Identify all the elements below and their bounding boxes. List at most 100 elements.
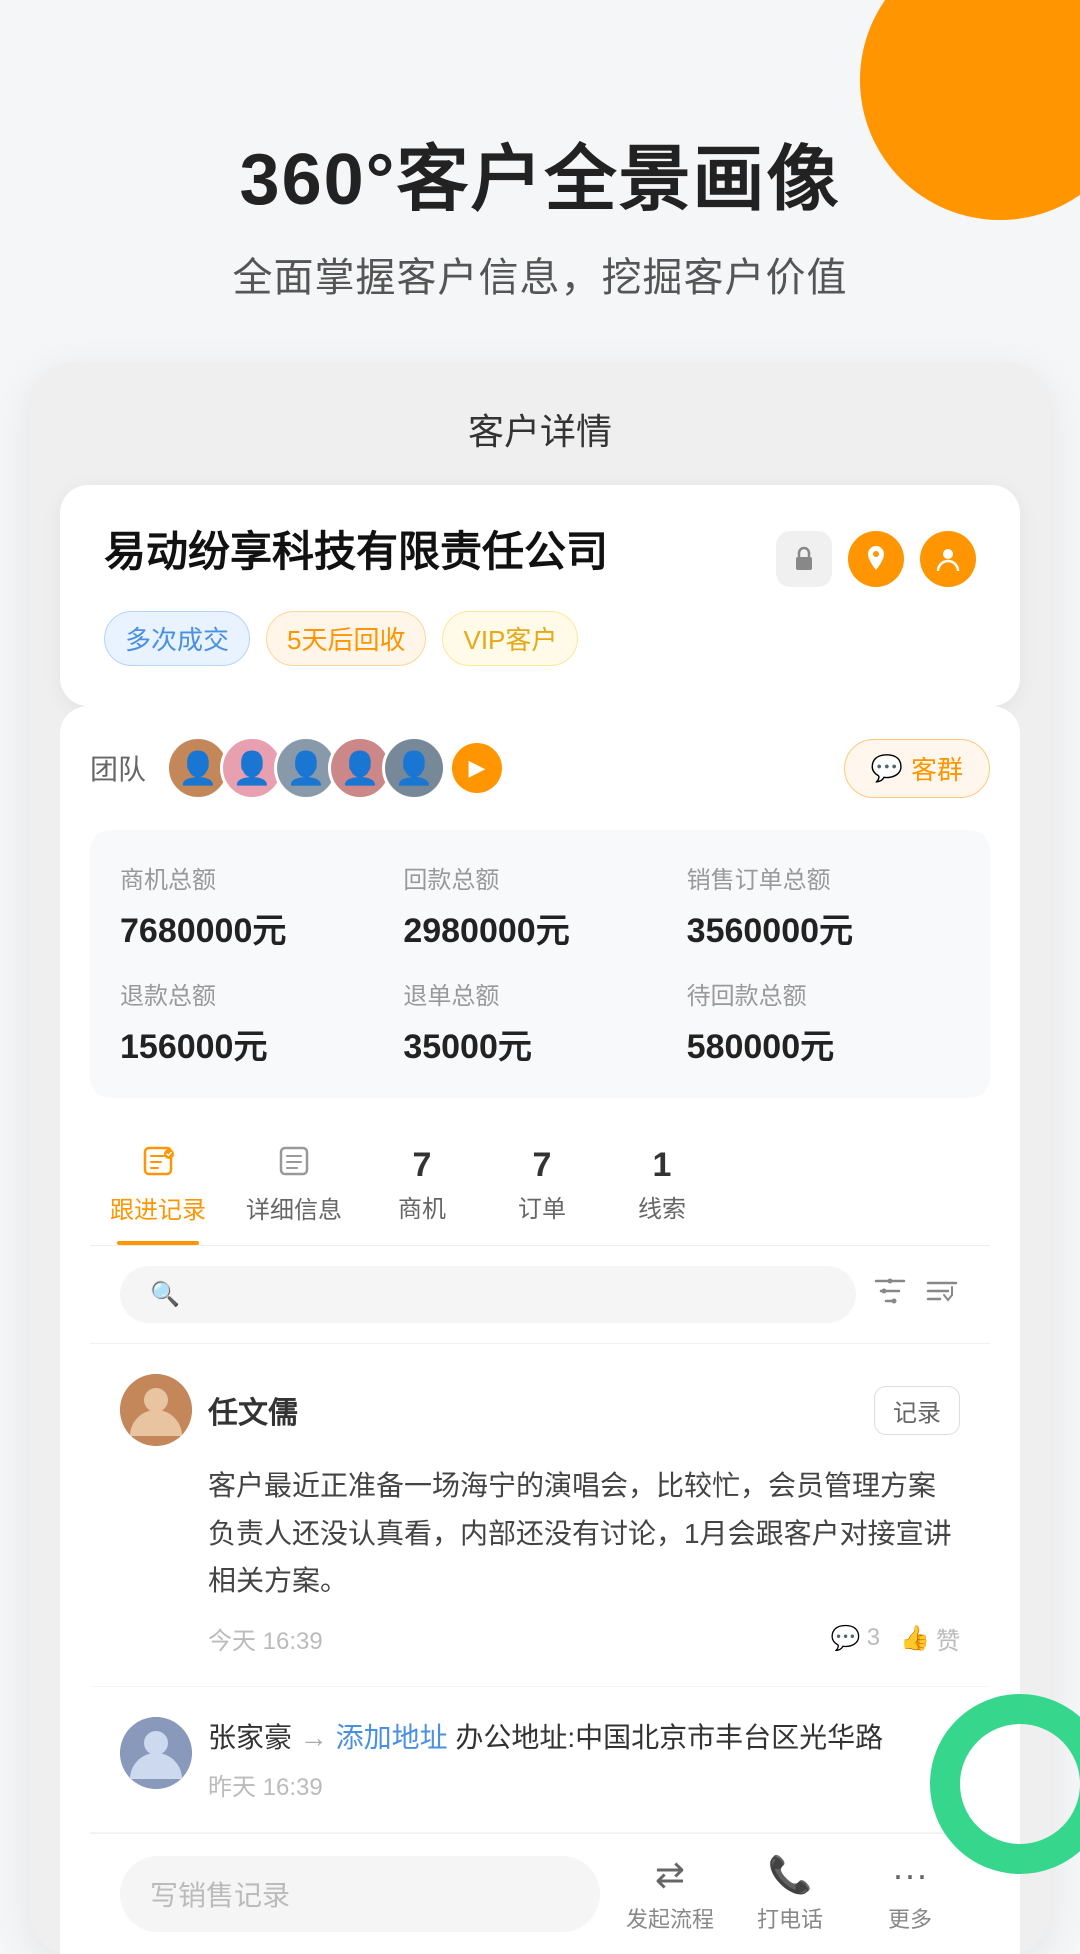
stat-cancel: 退单总额 35000元	[403, 976, 676, 1068]
stat-value-3: 156000元	[120, 1019, 393, 1068]
tag-vip: VIP客户	[442, 611, 578, 666]
outer-card-title: 客户详情	[60, 403, 1020, 455]
like-button-0[interactable]: 👍 赞	[900, 1621, 960, 1656]
team-label: 团队	[90, 748, 146, 788]
stat-payment: 回款总额 2980000元	[403, 860, 676, 952]
company-header: 易动纷享科技有限责任公司	[104, 525, 976, 587]
stat-label-4: 退单总额	[403, 976, 676, 1011]
tab-count-4: 1	[653, 1146, 672, 1185]
search-row: 🔍	[90, 1246, 990, 1344]
kequn-label: 客群	[911, 750, 963, 787]
activity-item-1: 张家豪 → 添加地址 办公地址:中国北京市丰台区光华路 昨天 16:39	[90, 1687, 990, 1833]
flow-label: 发起流程	[626, 1902, 714, 1934]
like-icon: 👍	[900, 1624, 930, 1653]
tab-icon-1	[277, 1144, 311, 1186]
avatar-5[interactable]: 👤	[382, 736, 446, 800]
person-icon[interactable]	[920, 531, 976, 587]
stat-value-0: 7680000元	[120, 903, 393, 952]
main-container: 客户详情 易动纷享科技有限责任公司	[30, 363, 1050, 1954]
activity-name-1: 张家豪	[208, 1722, 300, 1753]
tab-label-0: 跟进记录	[110, 1190, 206, 1225]
stat-value-2: 3560000元	[687, 903, 960, 952]
stat-value-5: 580000元	[687, 1019, 960, 1068]
tab-icon-0	[141, 1144, 175, 1186]
stat-refund: 退款总额 156000元	[120, 976, 393, 1068]
company-tags: 多次成交 5天后回收 VIP客户	[104, 611, 976, 666]
tag-multi-deal: 多次成交	[104, 611, 250, 666]
call-label: 打电话	[757, 1902, 823, 1934]
comment-icon: 💬	[831, 1624, 861, 1653]
start-flow-action[interactable]: ⇄ 发起流程	[620, 1854, 720, 1934]
tag-recycle: 5天后回收	[266, 611, 426, 666]
header-section: 360°客户全景画像 全面掌握客户信息，挖掘客户价值	[0, 0, 1080, 363]
activity-action-text-1: 张家豪 → 添加地址 办公地址:中国北京市丰台区光华路	[208, 1717, 960, 1759]
stat-order: 销售订单总额 3560000元	[687, 860, 960, 952]
comment-button-0[interactable]: 💬 3	[831, 1624, 880, 1653]
activity-item-0: 任文儒 记录 客户最近正准备一场海宁的演唱会，比较忙，会员管理方案负责人还没认真…	[90, 1344, 990, 1687]
kequn-icon: 💬	[871, 753, 903, 784]
company-card: 易动纷享科技有限责任公司	[60, 485, 1020, 706]
tab-label-3: 订单	[518, 1189, 566, 1224]
phone-icon: 📞	[768, 1854, 813, 1896]
stat-label-5: 待回款总额	[687, 976, 960, 1011]
outer-card: 客户详情 易动纷享科技有限责任公司	[30, 363, 1050, 1954]
page-subtitle: 全面掌握客户信息，挖掘客户价值	[40, 245, 1040, 303]
activity-name-0: 任文儒	[208, 1388, 858, 1432]
flow-icon: ⇄	[655, 1854, 685, 1896]
tab-detail-info[interactable]: 详细信息	[226, 1128, 362, 1245]
company-name: 易动纷享科技有限责任公司	[104, 525, 776, 580]
sort-icon[interactable]	[924, 1273, 960, 1317]
stat-label-3: 退款总额	[120, 976, 393, 1011]
activity-header-0: 任文儒 记录	[120, 1374, 960, 1446]
action-link[interactable]: 添加地址	[336, 1722, 448, 1753]
location-icon[interactable]	[848, 531, 904, 587]
tab-nav: 跟进记录 详细信息 7 商机 7 订	[90, 1128, 990, 1246]
detail-card: 团队 👤 👤 👤 👤 👤	[60, 706, 1020, 1954]
stat-label-1: 回款总额	[403, 860, 676, 895]
search-icon: 🔍	[150, 1280, 180, 1309]
search-box[interactable]: 🔍	[120, 1266, 856, 1323]
tab-label-4: 线索	[638, 1189, 686, 1224]
activity-avatar-1	[120, 1717, 192, 1789]
tab-label-1: 详细信息	[246, 1190, 342, 1225]
tab-count-2: 7	[413, 1146, 432, 1185]
activity-actions-0: 💬 3 👍 赞	[831, 1621, 960, 1656]
filter-icon[interactable]	[872, 1273, 908, 1317]
more-action[interactable]: ··· 更多	[860, 1854, 960, 1934]
tab-lead[interactable]: 1 线索	[602, 1130, 722, 1244]
tab-follow-record[interactable]: 跟进记录	[90, 1128, 226, 1245]
team-row: 团队 👤 👤 👤 👤 👤	[90, 736, 990, 800]
stat-opportunity: 商机总额 7680000元	[120, 860, 393, 952]
activity-time-1: 昨天 16:39	[208, 1767, 960, 1802]
like-label: 赞	[936, 1621, 960, 1656]
stat-label-2: 销售订单总额	[687, 860, 960, 895]
more-icon: ···	[892, 1854, 928, 1896]
activity-avatar-0	[120, 1374, 192, 1446]
call-action[interactable]: 📞 打电话	[740, 1854, 840, 1934]
stats-card: 商机总额 7680000元 回款总额 2980000元 销售订单总额 35600…	[90, 830, 990, 1098]
kequn-button[interactable]: 💬 客群	[844, 739, 990, 798]
stat-pending: 待回款总额 580000元	[687, 976, 960, 1068]
more-label: 更多	[888, 1902, 932, 1934]
action-content: 办公地址:中国北京市丰台区光华路	[455, 1722, 883, 1753]
tab-order[interactable]: 7 订单	[482, 1130, 602, 1244]
avatar-more[interactable]: ▶	[452, 743, 502, 793]
write-record-input[interactable]: 写销售记录	[120, 1856, 600, 1932]
arrow-icon: →	[300, 1722, 336, 1753]
activity-footer-0: 今天 16:39 💬 3 👍 赞	[120, 1621, 960, 1656]
tab-opportunity[interactable]: 7 商机	[362, 1130, 482, 1244]
stat-label-0: 商机总额	[120, 860, 393, 895]
team-avatars: 👤 👤 👤 👤 👤 ▶	[166, 736, 844, 800]
company-icons	[776, 531, 976, 587]
comment-count: 3	[867, 1624, 880, 1652]
page-title: 360°客户全景画像	[40, 120, 1040, 225]
bottom-bar: 写销售记录 ⇄ 发起流程 📞 打电话 ··· 更多	[90, 1833, 990, 1954]
activity-content-0: 客户最近正准备一场海宁的演唱会，比较忙，会员管理方案负责人还没认真看，内部还没有…	[120, 1462, 960, 1605]
activity-row-1: 张家豪 → 添加地址 办公地址:中国北京市丰台区光华路 昨天 16:39	[120, 1717, 960, 1802]
stat-value-1: 2980000元	[403, 903, 676, 952]
activity-time-0: 今天 16:39	[208, 1621, 323, 1656]
lock-icon[interactable]	[776, 531, 832, 587]
activity-content-2: 张家豪 → 添加地址 办公地址:中国北京市丰台区光华路 昨天 16:39	[208, 1717, 960, 1802]
tab-count-3: 7	[533, 1146, 552, 1185]
tab-label-2: 商机	[398, 1189, 446, 1224]
